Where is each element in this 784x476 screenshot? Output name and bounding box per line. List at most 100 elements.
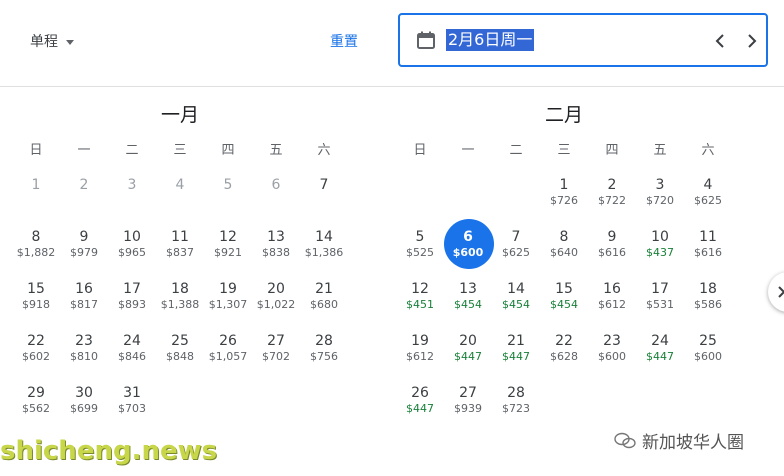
day-price: $921 bbox=[214, 246, 242, 259]
day-cell[interactable]: 14 $1,386 bbox=[300, 218, 348, 270]
day-cell[interactable]: 28 $723 bbox=[492, 374, 540, 426]
day-price: $562 bbox=[22, 402, 50, 415]
day-cell[interactable]: 10 $437 bbox=[636, 218, 684, 270]
weekday-label: 一 bbox=[461, 143, 475, 158]
day-cell[interactable]: 16 $612 bbox=[588, 270, 636, 322]
day-cell[interactable]: 7 bbox=[300, 166, 348, 218]
day-number: 11 bbox=[171, 229, 189, 245]
day-cell[interactable]: 20 $447 bbox=[444, 322, 492, 374]
day-cell[interactable]: 11 $616 bbox=[684, 218, 732, 270]
day-cell[interactable]: 15 $918 bbox=[12, 270, 60, 322]
day-cell[interactable]: 8 $1,882 bbox=[12, 218, 60, 270]
day-cell[interactable]: 18 $1,388 bbox=[156, 270, 204, 322]
day-cell[interactable]: 13 $454 bbox=[444, 270, 492, 322]
day-cell[interactable]: 8 $640 bbox=[540, 218, 588, 270]
weekday-label: 三 bbox=[557, 143, 571, 158]
day-cell-selected[interactable]: 6 $600 bbox=[444, 218, 494, 270]
next-months-button[interactable] bbox=[768, 272, 784, 312]
trip-type-label: 单程 bbox=[30, 34, 58, 50]
day-cell[interactable]: 11 $837 bbox=[156, 218, 204, 270]
day-cell[interactable]: 17 $531 bbox=[636, 270, 684, 322]
day-number: 1 bbox=[31, 177, 41, 193]
day-cell[interactable]: 1 $726 bbox=[540, 166, 588, 218]
day-cell[interactable]: 5 $525 bbox=[396, 218, 444, 270]
day-number: 23 bbox=[75, 333, 93, 349]
day-price: $722 bbox=[598, 194, 626, 207]
day-number: 19 bbox=[219, 281, 237, 297]
day-cell[interactable]: 24 $447 bbox=[636, 322, 684, 374]
day-cell[interactable]: 15 $454 bbox=[540, 270, 588, 322]
departure-date-value[interactable]: 2月6日周一 bbox=[446, 29, 535, 51]
day-price: $531 bbox=[646, 298, 674, 311]
day-price: $720 bbox=[646, 194, 674, 207]
day-cell[interactable]: 4 $625 bbox=[684, 166, 732, 218]
day-cell[interactable]: 25 $848 bbox=[156, 322, 204, 374]
day-cell[interactable]: 30 $699 bbox=[60, 374, 108, 426]
day-price: $965 bbox=[118, 246, 146, 259]
day-cell[interactable]: 9 $616 bbox=[588, 218, 636, 270]
caret-down-icon bbox=[66, 39, 74, 45]
day-cell[interactable]: 28 $756 bbox=[300, 322, 348, 374]
day-cell[interactable]: 3 $720 bbox=[636, 166, 684, 218]
departure-date-field[interactable]: 2月6日周一 bbox=[398, 13, 768, 67]
day-cell[interactable]: 12 $451 bbox=[396, 270, 444, 322]
day-cell[interactable]: 19 $612 bbox=[396, 322, 444, 374]
wechat-icon bbox=[614, 432, 636, 448]
day-cell[interactable]: 29 $562 bbox=[12, 374, 60, 426]
day-cell[interactable]: 27 $702 bbox=[252, 322, 300, 374]
day-number: 24 bbox=[651, 333, 669, 349]
day-cell[interactable]: 23 $600 bbox=[588, 322, 636, 374]
day-number: 10 bbox=[651, 229, 669, 245]
day-number: 30 bbox=[75, 385, 93, 401]
day-price: $625 bbox=[502, 246, 530, 259]
day-cell[interactable]: 25 $600 bbox=[684, 322, 732, 374]
empty-cell bbox=[492, 166, 540, 218]
day-cell[interactable]: 19 $1,307 bbox=[204, 270, 252, 322]
weekday-label: 六 bbox=[701, 143, 715, 158]
day-cell: 2 bbox=[60, 166, 108, 218]
day-cell[interactable]: 2 $722 bbox=[588, 166, 636, 218]
day-price: $893 bbox=[118, 298, 146, 311]
day-cell[interactable]: 24 $846 bbox=[108, 322, 156, 374]
day-cell[interactable]: 22 $628 bbox=[540, 322, 588, 374]
day-cell[interactable]: 27 $939 bbox=[444, 374, 492, 426]
day-cell[interactable]: 26 $1,057 bbox=[204, 322, 252, 374]
day-number: 7 bbox=[511, 229, 521, 245]
day-cell[interactable]: 14 $454 bbox=[492, 270, 540, 322]
chevron-right-icon[interactable] bbox=[742, 29, 762, 53]
day-price: $838 bbox=[262, 246, 290, 259]
day-cell[interactable]: 21 $680 bbox=[300, 270, 348, 322]
day-cell[interactable]: 10 $965 bbox=[108, 218, 156, 270]
day-number: 4 bbox=[703, 177, 713, 193]
weekday-label: 五 bbox=[653, 143, 667, 158]
day-price: $616 bbox=[598, 246, 626, 259]
day-cell[interactable]: 22 $602 bbox=[12, 322, 60, 374]
chevron-left-icon[interactable] bbox=[710, 29, 730, 53]
day-number: 26 bbox=[411, 385, 429, 401]
date-picker-header: 单程 重置 2月6日周一 bbox=[0, 0, 784, 87]
day-cell[interactable]: 20 $1,022 bbox=[252, 270, 300, 322]
day-cell[interactable]: 7 $625 bbox=[492, 218, 540, 270]
day-price: $454 bbox=[550, 298, 578, 311]
chevron-right-icon bbox=[778, 286, 784, 298]
day-cell[interactable]: 17 $893 bbox=[108, 270, 156, 322]
weekday-header: 日一二三四五六 bbox=[396, 140, 732, 162]
day-cell[interactable]: 16 $817 bbox=[60, 270, 108, 322]
day-number: 4 bbox=[175, 177, 185, 193]
day-cell[interactable]: 21 $447 bbox=[492, 322, 540, 374]
day-price: $726 bbox=[550, 194, 578, 207]
wechat-account-label: 新加坡华人圈 bbox=[614, 428, 744, 453]
day-cell[interactable]: 26 $447 bbox=[396, 374, 444, 426]
weekday-label: 日 bbox=[413, 143, 427, 158]
trip-type-dropdown[interactable]: 单程 bbox=[30, 31, 74, 51]
day-price: $454 bbox=[454, 298, 482, 311]
day-cell[interactable]: 23 $810 bbox=[60, 322, 108, 374]
day-cell[interactable]: 18 $586 bbox=[684, 270, 732, 322]
reset-button[interactable]: 重置 bbox=[330, 31, 358, 51]
day-cell[interactable]: 12 $921 bbox=[204, 218, 252, 270]
day-price: $723 bbox=[502, 402, 530, 415]
day-number: 29 bbox=[27, 385, 45, 401]
day-cell[interactable]: 13 $838 bbox=[252, 218, 300, 270]
day-cell[interactable]: 31 $703 bbox=[108, 374, 156, 426]
day-cell[interactable]: 9 $979 bbox=[60, 218, 108, 270]
